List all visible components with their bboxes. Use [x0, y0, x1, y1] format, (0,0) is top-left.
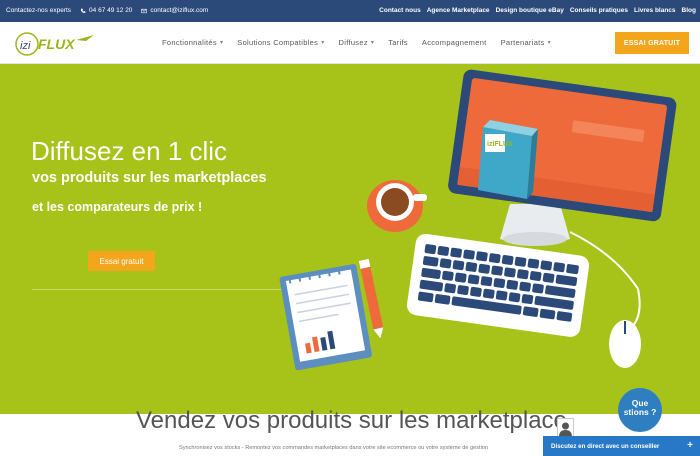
- keyboard-icon: [406, 233, 590, 337]
- iziflux-logo[interactable]: izi FLUX: [14, 30, 96, 58]
- top-bar: Contactez-nos experts 04 67 49 12 20 con…: [0, 0, 700, 22]
- expand-icon[interactable]: +: [685, 441, 695, 451]
- advisor-avatar: [557, 418, 574, 438]
- link-blog[interactable]: Blog: [682, 7, 696, 14]
- nav-label: Diffusez: [338, 38, 368, 47]
- coffee-cup-icon: [367, 180, 427, 232]
- chevron-down-icon: ▾: [370, 40, 375, 46]
- software-box-icon: iziFLUX: [478, 120, 538, 199]
- logo-main: FLUX: [38, 36, 76, 52]
- hero-title: Diffusez en 1 clic: [31, 136, 228, 166]
- chevron-down-icon: ▾: [321, 40, 325, 46]
- link-design-boutique-ebay[interactable]: Design boutique eBay: [496, 7, 564, 14]
- nav-accompagnement[interactable]: Accompagnement: [422, 38, 487, 47]
- essai-gratuit-header-button[interactable]: ESSAI GRATUIT: [615, 32, 689, 54]
- essai-gratuit-hero-button[interactable]: Essai gratuit: [88, 251, 155, 271]
- nav-label: Partenariats: [500, 38, 545, 47]
- phone-icon: [80, 8, 86, 13]
- link-conseils-pratiques[interactable]: Conseils pratiques: [570, 7, 628, 14]
- chevron-down-icon: ▾: [547, 40, 551, 46]
- top-links: Contact nous Agence Marketplace Design b…: [379, 7, 696, 14]
- hero-subtitle-1: vos produits sur les marketplaces: [32, 170, 267, 186]
- chevron-down-icon: ▾: [219, 40, 224, 46]
- envelope-icon: [141, 8, 148, 13]
- email-address: contact@iziflux.com: [150, 7, 209, 14]
- email-link[interactable]: contact@iziflux.com: [141, 7, 208, 14]
- phone-link[interactable]: 04 67 49 12 20: [80, 7, 132, 14]
- chat-bar-label: Discutez en direct avec un conseiller: [551, 442, 660, 450]
- nav-label: Fonctionnalités: [162, 38, 217, 47]
- nav-label: Solutions Compatibles: [237, 38, 319, 47]
- desk-illustration: iziFLUX: [279, 69, 677, 371]
- section-subtext: Synchronisez vos stocks - Remontez vos c…: [179, 445, 489, 451]
- nav-label: Accompagnement: [421, 38, 487, 47]
- main-header: izi FLUX Fonctionnalités ▾ Solutions Comp…: [0, 22, 700, 64]
- live-chat-bar[interactable]: Discutez en direct avec un conseiller +: [543, 436, 700, 456]
- questions-bubble[interactable]: Que stions ?: [618, 388, 662, 432]
- nav-fonctionnalites[interactable]: Fonctionnalités ▾: [162, 38, 223, 47]
- link-agence-marketplace[interactable]: Agence Marketplace: [427, 7, 490, 14]
- phone-number: 04 67 49 12 20: [89, 7, 133, 14]
- nav-label: Tarifs: [388, 38, 408, 47]
- nav-solutions-compatibles[interactable]: Solutions Compatibles ▾: [237, 38, 324, 47]
- link-livres-blancs[interactable]: Livres blancs: [634, 7, 676, 14]
- hero-subtitle-2: et les comparateurs de prix !: [32, 200, 203, 214]
- nav-tarifs[interactable]: Tarifs: [388, 38, 408, 47]
- hero-divider: [32, 289, 290, 290]
- person-icon: [559, 422, 572, 437]
- nav-partenariats[interactable]: Partenariats ▾: [501, 38, 551, 47]
- bubble-line-2: stions ?: [623, 407, 657, 417]
- contact-info: Contactez-nos experts 04 67 49 12 20 con…: [6, 7, 208, 14]
- contact-label: Contactez-nos experts: [6, 7, 72, 14]
- main-nav: Fonctionnalités ▾ Solutions Compatibles ▾ …: [162, 38, 551, 47]
- mouse-icon: [609, 320, 641, 368]
- logo-prefix: izi: [20, 40, 31, 52]
- link-contact[interactable]: Contact nous: [379, 7, 421, 14]
- hero-section: Diffusez en 1 clic vos produits sur les …: [0, 64, 700, 414]
- box-label: iziFLUX: [487, 141, 513, 148]
- notepad-icon: [279, 264, 372, 371]
- section-heading: Vendez vos produits sur les marketplace: [136, 407, 567, 434]
- nav-diffusez[interactable]: Diffusez ▾: [339, 38, 375, 47]
